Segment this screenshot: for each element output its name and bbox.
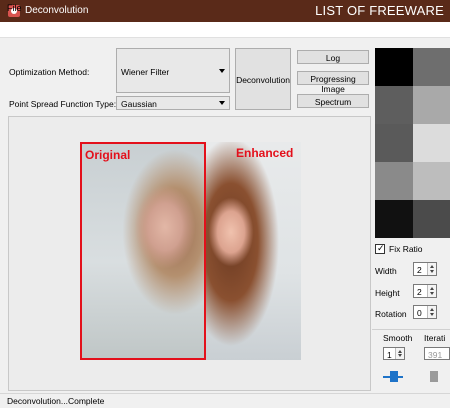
width-spinner[interactable]: 2: [413, 262, 437, 276]
rotation-spinner[interactable]: 0: [413, 305, 437, 319]
smooth-slider-knob[interactable]: [390, 371, 398, 382]
psf-preview: [375, 48, 450, 238]
smooth-value: 1: [387, 350, 392, 360]
rotation-label: Rotation: [375, 309, 407, 319]
progressing-image-button[interactable]: Progressing Image: [297, 71, 369, 94]
psf-cell: [412, 86, 450, 124]
optimization-method-select[interactable]: Wiener Filter: [116, 48, 230, 93]
chevron-down-icon: [219, 101, 225, 105]
psf-cell: [375, 86, 413, 124]
rotation-value: 0: [417, 308, 422, 318]
psf-cell: [375, 124, 413, 162]
psf-cell: [412, 200, 450, 238]
fix-ratio-label: Fix Ratio: [389, 244, 423, 254]
psf-type-select[interactable]: Gaussian: [116, 96, 230, 110]
width-label: Width: [375, 266, 397, 276]
optimization-method-value: Wiener Filter: [121, 67, 170, 77]
menu-bar: [0, 22, 450, 38]
height-spinner[interactable]: 2: [413, 284, 437, 298]
iterations-label: Iterati: [424, 333, 446, 343]
psf-cell: [375, 48, 413, 86]
enhanced-image: [206, 142, 301, 360]
psf-type-value: Gaussian: [121, 99, 157, 109]
window-title: Deconvolution: [25, 5, 89, 16]
spinner-arrows-icon[interactable]: [427, 263, 436, 275]
spinner-arrows-icon[interactable]: [427, 285, 436, 297]
iterations-spinner[interactable]: 391: [424, 347, 450, 360]
psf-cell: [375, 200, 413, 238]
psf-cell: [375, 162, 413, 200]
log-button[interactable]: Log: [297, 50, 369, 64]
original-label: Original: [85, 148, 131, 162]
spectrum-button[interactable]: Spectrum: [297, 94, 369, 108]
psf-type-label: Point Spread Function Type:: [9, 99, 117, 109]
iterations-value: 391: [428, 350, 443, 360]
height-value: 2: [417, 287, 422, 297]
width-value: 2: [417, 265, 422, 275]
menu-file[interactable]: File: [7, 3, 22, 13]
iterations-slider-knob[interactable]: [430, 371, 438, 382]
chevron-down-icon: [219, 68, 225, 73]
deconvolution-button[interactable]: Deconvolution: [235, 48, 291, 110]
original-highlight-box: [80, 142, 206, 360]
spinner-arrows-icon[interactable]: [395, 348, 404, 359]
fix-ratio-checkbox[interactable]: [375, 243, 385, 254]
height-label: Height: [375, 288, 400, 298]
status-text: Deconvolution...Complete: [7, 396, 105, 406]
watermark-logo: LIST OF FREEWARE: [315, 3, 444, 18]
spinner-arrows-icon[interactable]: [427, 306, 436, 318]
smooth-spinner[interactable]: 1: [383, 347, 405, 360]
psf-cell: [412, 124, 450, 162]
psf-cell: [412, 162, 450, 200]
psf-cell: [412, 48, 450, 86]
optimization-method-label: Optimization Method:: [9, 67, 90, 77]
enhanced-label: Enhanced: [236, 146, 294, 160]
smooth-label: Smooth: [383, 333, 413, 343]
